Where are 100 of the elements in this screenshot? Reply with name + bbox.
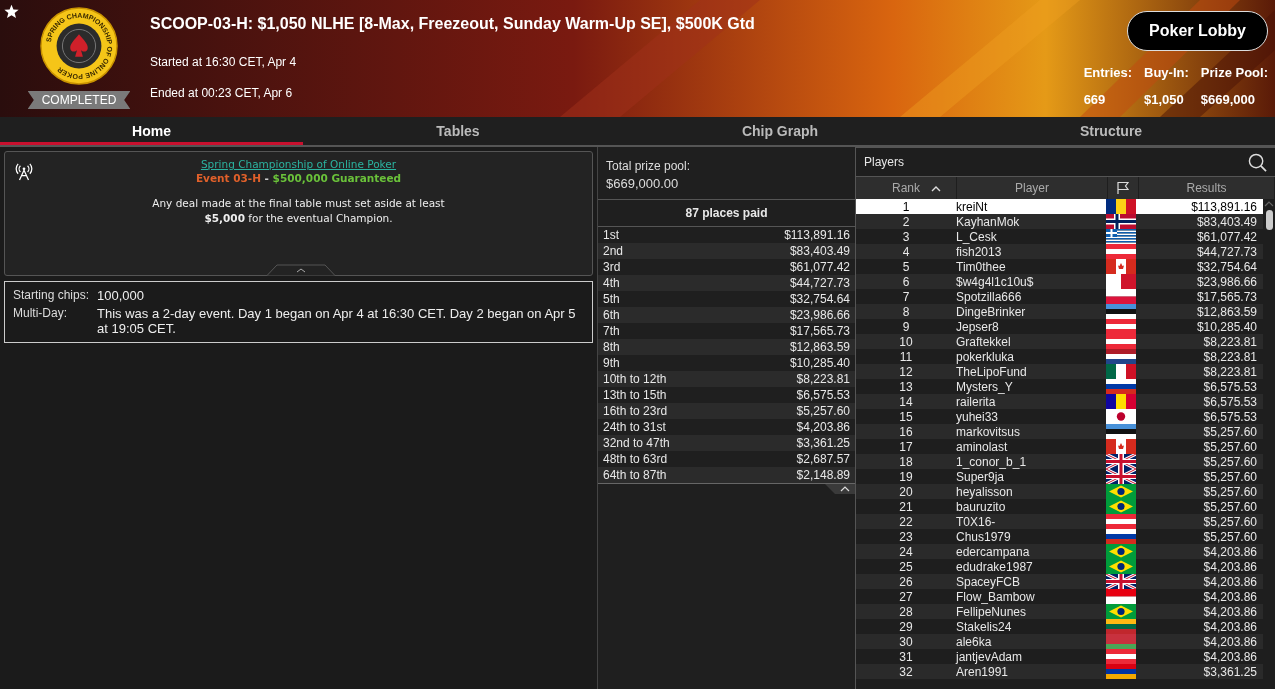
event-label: Event 03-H — [195, 172, 261, 184]
rank-cell-text: 26 — [898, 574, 914, 589]
rank-cell-text: 7 — [901, 289, 911, 304]
result-cell-text: $10,285.40 — [1195, 319, 1258, 334]
player-row[interactable]: 30 ale6ka $4,203.86 — [856, 634, 1263, 649]
tab[interactable]: Home — [0, 117, 303, 145]
place-cell: 4th — [603, 276, 620, 290]
player-name-cell-text: Tim0thee — [956, 259, 1007, 274]
payout-cell: $23,986.66 — [789, 308, 850, 322]
rank-cell-text: 12 — [898, 364, 914, 379]
player-name-cell-text: jantjevAdam — [956, 649, 1024, 664]
place-cell: 2nd — [603, 244, 624, 258]
rank-cell-text: 2 — [901, 214, 911, 229]
payout-cell: $4,203.86 — [796, 420, 850, 434]
tab[interactable]: Chip Graph — [613, 117, 947, 145]
detail-value: 100,000 — [97, 288, 146, 303]
player-row[interactable]: 22 T0X16- $5,257.60 — [856, 514, 1263, 529]
result-cell-text: $4,203.86 — [1202, 589, 1258, 604]
rank-cell-text: 17 — [898, 439, 914, 454]
star-icon[interactable] — [4, 4, 19, 19]
player-row[interactable]: 14 railerita $6,575.53 — [856, 394, 1263, 409]
player-row[interactable]: 18 1_conor_b_1 $5,257.60 — [856, 454, 1263, 469]
rank-cell-text: 32 — [898, 664, 914, 679]
player-row[interactable]: 1 kreiNt $113,891.16 — [856, 199, 1263, 214]
player-name-cell-text: 1_conor_b_1 — [956, 454, 1028, 469]
stat-label: Entries: — [1083, 65, 1133, 80]
rank-cell-text: 5 — [901, 259, 911, 274]
sort-ascending-icon — [931, 184, 941, 192]
payout-cell: $44,727.73 — [789, 276, 850, 290]
place-cell: 1st — [603, 228, 619, 242]
result-cell-text: $8,223.81 — [1202, 364, 1258, 379]
rank-cell-text: 29 — [898, 619, 914, 634]
result-cell-text: $8,223.81 — [1202, 349, 1258, 364]
flag-icon[interactable] — [1116, 181, 1130, 195]
search-icon[interactable] — [1248, 152, 1267, 172]
player-name-cell-text: fish2013 — [956, 244, 1003, 259]
player-name-cell-text: $w4g4l1c10u$ — [956, 274, 1035, 289]
place-cell: 7th — [603, 324, 620, 338]
rank-cell-text: 21 — [898, 499, 914, 514]
payout-cell: $10,285.40 — [789, 356, 850, 370]
result-cell-text: $5,257.60 — [1202, 484, 1258, 499]
player-row[interactable]: 26 SpaceyFCB $4,203.86 — [856, 574, 1263, 589]
player-row[interactable]: 6 $w4g4l1c10u$ $23,986.66 — [856, 274, 1263, 289]
player-row[interactable]: 2 KayhanMok $83,403.49 — [856, 214, 1263, 229]
player-name-cell-text: ale6ka — [956, 634, 993, 649]
payout-cell: $12,863.59 — [789, 340, 850, 354]
championship-link[interactable]: Spring Championship of Online Poker — [200, 158, 397, 170]
player-name-cell-text: SpaceyFCB — [956, 574, 1022, 589]
result-cell-text: $8,223.81 — [1202, 334, 1258, 349]
result-cell-text: $83,403.49 — [1195, 214, 1258, 229]
result-cell-text: $17,565.73 — [1195, 289, 1258, 304]
tab[interactable]: Tables — [303, 117, 613, 145]
guarantee-label: $500,000 Guaranteed — [272, 172, 402, 184]
status-ribbon: COMPLETED — [27, 91, 131, 109]
result-cell-text: $113,891.16 — [1190, 199, 1258, 214]
rank-cell-text: 8 — [901, 304, 911, 319]
player-row[interactable]: 32 Aren1991 $3,361.25 — [856, 664, 1263, 679]
scroll-up-icon[interactable] — [1264, 201, 1274, 207]
rank-cell-text: 9 — [901, 319, 911, 334]
place-cell: 10th to 12th — [603, 372, 667, 386]
player-row[interactable]: 16 markovitsus $5,257.60 — [856, 424, 1263, 439]
stat-value: $1,050 — [1144, 92, 1185, 107]
player-row[interactable]: 10 Graftekkel $8,223.81 — [856, 334, 1263, 349]
rank-cell-text: 19 — [898, 469, 914, 484]
scrollbar-thumb[interactable] — [1265, 210, 1273, 230]
result-cell-text: $4,203.86 — [1202, 574, 1258, 589]
player-row[interactable]: 28 FellipeNunes $4,203.86 — [856, 604, 1263, 619]
player-name-cell-text: Aren1991 — [956, 664, 1010, 679]
broadcast-icon — [15, 163, 33, 181]
place-cell: 8th — [603, 340, 620, 354]
player-name-cell-text: Chus1979 — [956, 529, 1012, 544]
player-row[interactable]: 4 fish2013 $44,727.73 — [856, 244, 1263, 259]
rank-cell-text: 24 — [898, 544, 914, 559]
result-cell-text: $61,077.42 — [1195, 229, 1258, 244]
result-cell-text: $6,575.53 — [1202, 409, 1258, 424]
player-name-cell-text: Mysters_Y — [956, 379, 1014, 394]
player-row[interactable]: 24 edercampana $4,203.86 — [856, 544, 1263, 559]
player-row[interactable]: 12 TheLipoFund $8,223.81 — [856, 364, 1263, 379]
player-name-cell-text: TheLipoFund — [956, 364, 1028, 379]
poker-lobby-button[interactable]: Poker Lobby — [1127, 11, 1268, 51]
rank-cell-text: 16 — [898, 424, 914, 439]
rank-cell-text: 4 — [901, 244, 911, 259]
prize-pool-value: $669,000.00 — [606, 176, 680, 191]
player-row[interactable]: 8 DingeBrinker $12,863.59 — [856, 304, 1263, 319]
player-name-cell-text: railerita — [956, 394, 997, 409]
payout-cell: $2,148.89 — [796, 468, 850, 482]
player-name-cell-text: T0X16- — [956, 514, 997, 529]
tab[interactable]: Structure — [947, 117, 1275, 145]
player-row[interactable]: 20 heyalisson $5,257.60 — [856, 484, 1263, 499]
players-heading: Players — [864, 155, 904, 169]
result-cell-text: $5,257.60 — [1202, 529, 1258, 544]
payout-cell: $2,687.57 — [796, 452, 850, 466]
collapse-tab[interactable] — [825, 484, 855, 494]
rank-cell-text: 1 — [901, 199, 911, 214]
player-name-cell-text: KayhanMok — [956, 214, 1021, 229]
detail-label: Multi-Day: — [13, 306, 68, 322]
result-cell-text: $4,203.86 — [1202, 634, 1258, 649]
result-cell-text: $23,986.66 — [1195, 274, 1258, 289]
player-name-cell-text: FellipeNunes — [956, 604, 1028, 619]
player-name-cell-text: markovitsus — [956, 424, 1021, 439]
